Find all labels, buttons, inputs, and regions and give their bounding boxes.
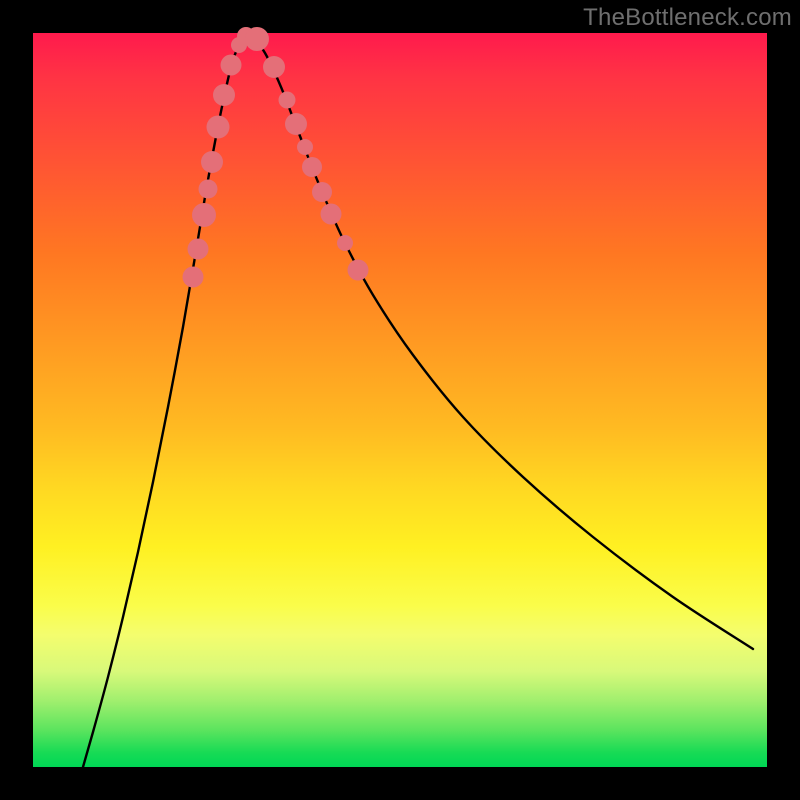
data-point-dot: [263, 56, 285, 78]
data-point-dot: [302, 157, 322, 177]
data-point-dot: [201, 151, 223, 173]
data-point-dot: [188, 239, 209, 260]
data-point-dot: [213, 84, 235, 106]
data-point-dot: [285, 113, 307, 135]
data-point-dot: [199, 180, 218, 199]
bottleneck-chart-svg: [33, 33, 767, 767]
data-point-dot: [183, 267, 204, 288]
data-point-layer: [183, 27, 369, 288]
data-point-dot: [297, 139, 313, 155]
data-point-dot: [207, 116, 230, 139]
data-point-dot: [312, 182, 332, 202]
data-point-dot: [321, 204, 342, 225]
data-point-dot: [279, 92, 296, 109]
data-point-dot: [337, 235, 353, 251]
chart-frame: [33, 33, 767, 767]
data-point-dot: [245, 27, 269, 51]
data-point-dot: [348, 260, 369, 281]
data-point-dot: [221, 55, 242, 76]
bottleneck-curve-path: [83, 36, 753, 767]
watermark-text: TheBottleneck.com: [583, 4, 792, 32]
data-point-dot: [192, 203, 216, 227]
